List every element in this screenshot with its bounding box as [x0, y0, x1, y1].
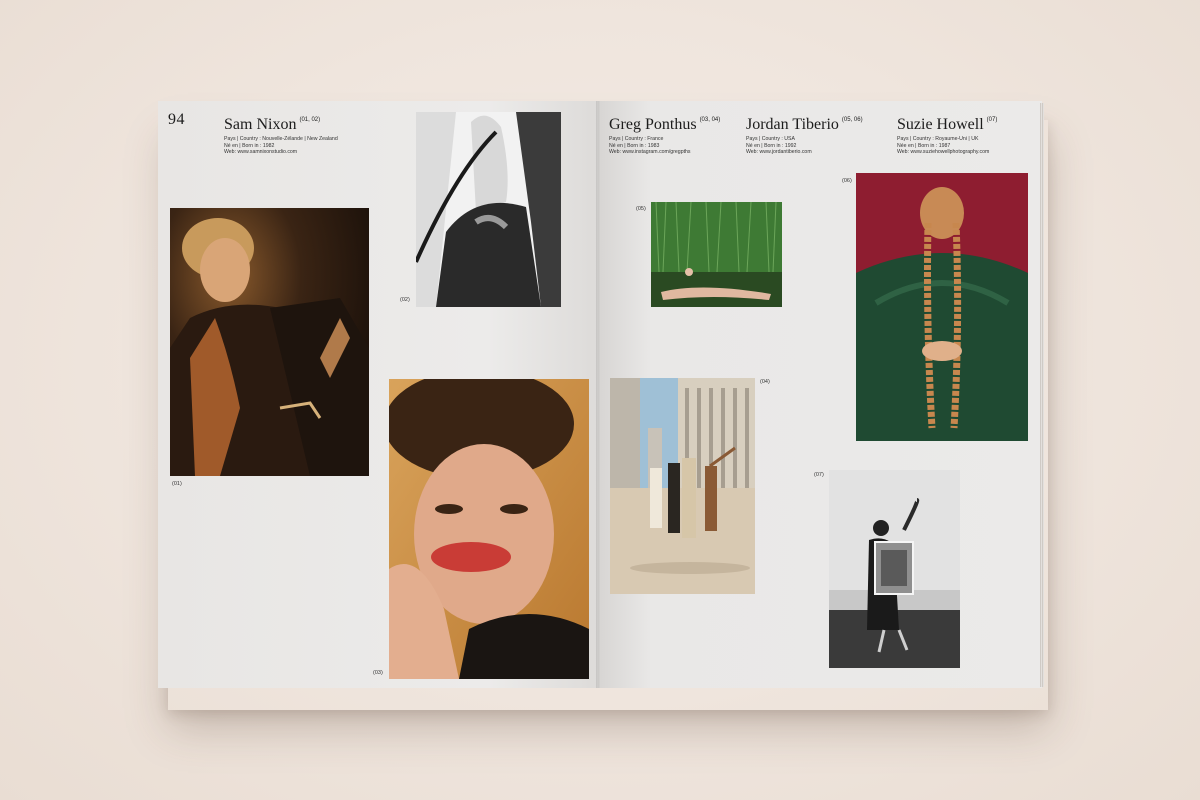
- caption-05: (05): [636, 206, 646, 212]
- photo-02-bw-fashion: [416, 112, 561, 307]
- caption-03: (03): [373, 670, 383, 676]
- photo-03-closeup-face: [389, 379, 589, 679]
- caption-02: (02): [400, 297, 410, 303]
- page-edges: [1040, 103, 1044, 687]
- photo-04-city-people: [610, 378, 755, 594]
- caption-07: (07): [814, 472, 824, 478]
- photographer-meta-sam-nixon: Pays | Country : Nouvelle-Zélande | New …: [224, 136, 338, 156]
- magazine-spine: [596, 101, 600, 688]
- photographer-meta-jordan-tiberio: Pays | Country : USA Né en | Born in : 1…: [746, 136, 812, 156]
- photographer-name-suzie-howell: Suzie Howell (07): [897, 116, 998, 133]
- photographer-name-greg-ponthus: Greg Ponthus (03, 04): [609, 116, 721, 133]
- photographer-meta-suzie-howell: Pays | Country : Royaume-Uni | UK Née en…: [897, 136, 990, 156]
- caption-04: (04): [760, 379, 770, 385]
- photo-05-grass-figure: [651, 202, 782, 307]
- photographer-name-sam-nixon: Sam Nixon (01, 02): [224, 116, 321, 133]
- photo-06-braids-green-coat: [856, 173, 1028, 441]
- caption-06: (06): [842, 178, 852, 184]
- caption-01: (01): [172, 481, 182, 487]
- photographer-meta-greg-ponthus: Pays | Country : France Né en | Born in …: [609, 136, 691, 156]
- photo-01-portrait-jacket: [170, 208, 369, 476]
- photographer-name-jordan-tiberio: Jordan Tiberio (05, 06): [746, 116, 863, 133]
- photo-07-bw-dancer: [829, 470, 960, 668]
- page-number: 94: [168, 111, 185, 128]
